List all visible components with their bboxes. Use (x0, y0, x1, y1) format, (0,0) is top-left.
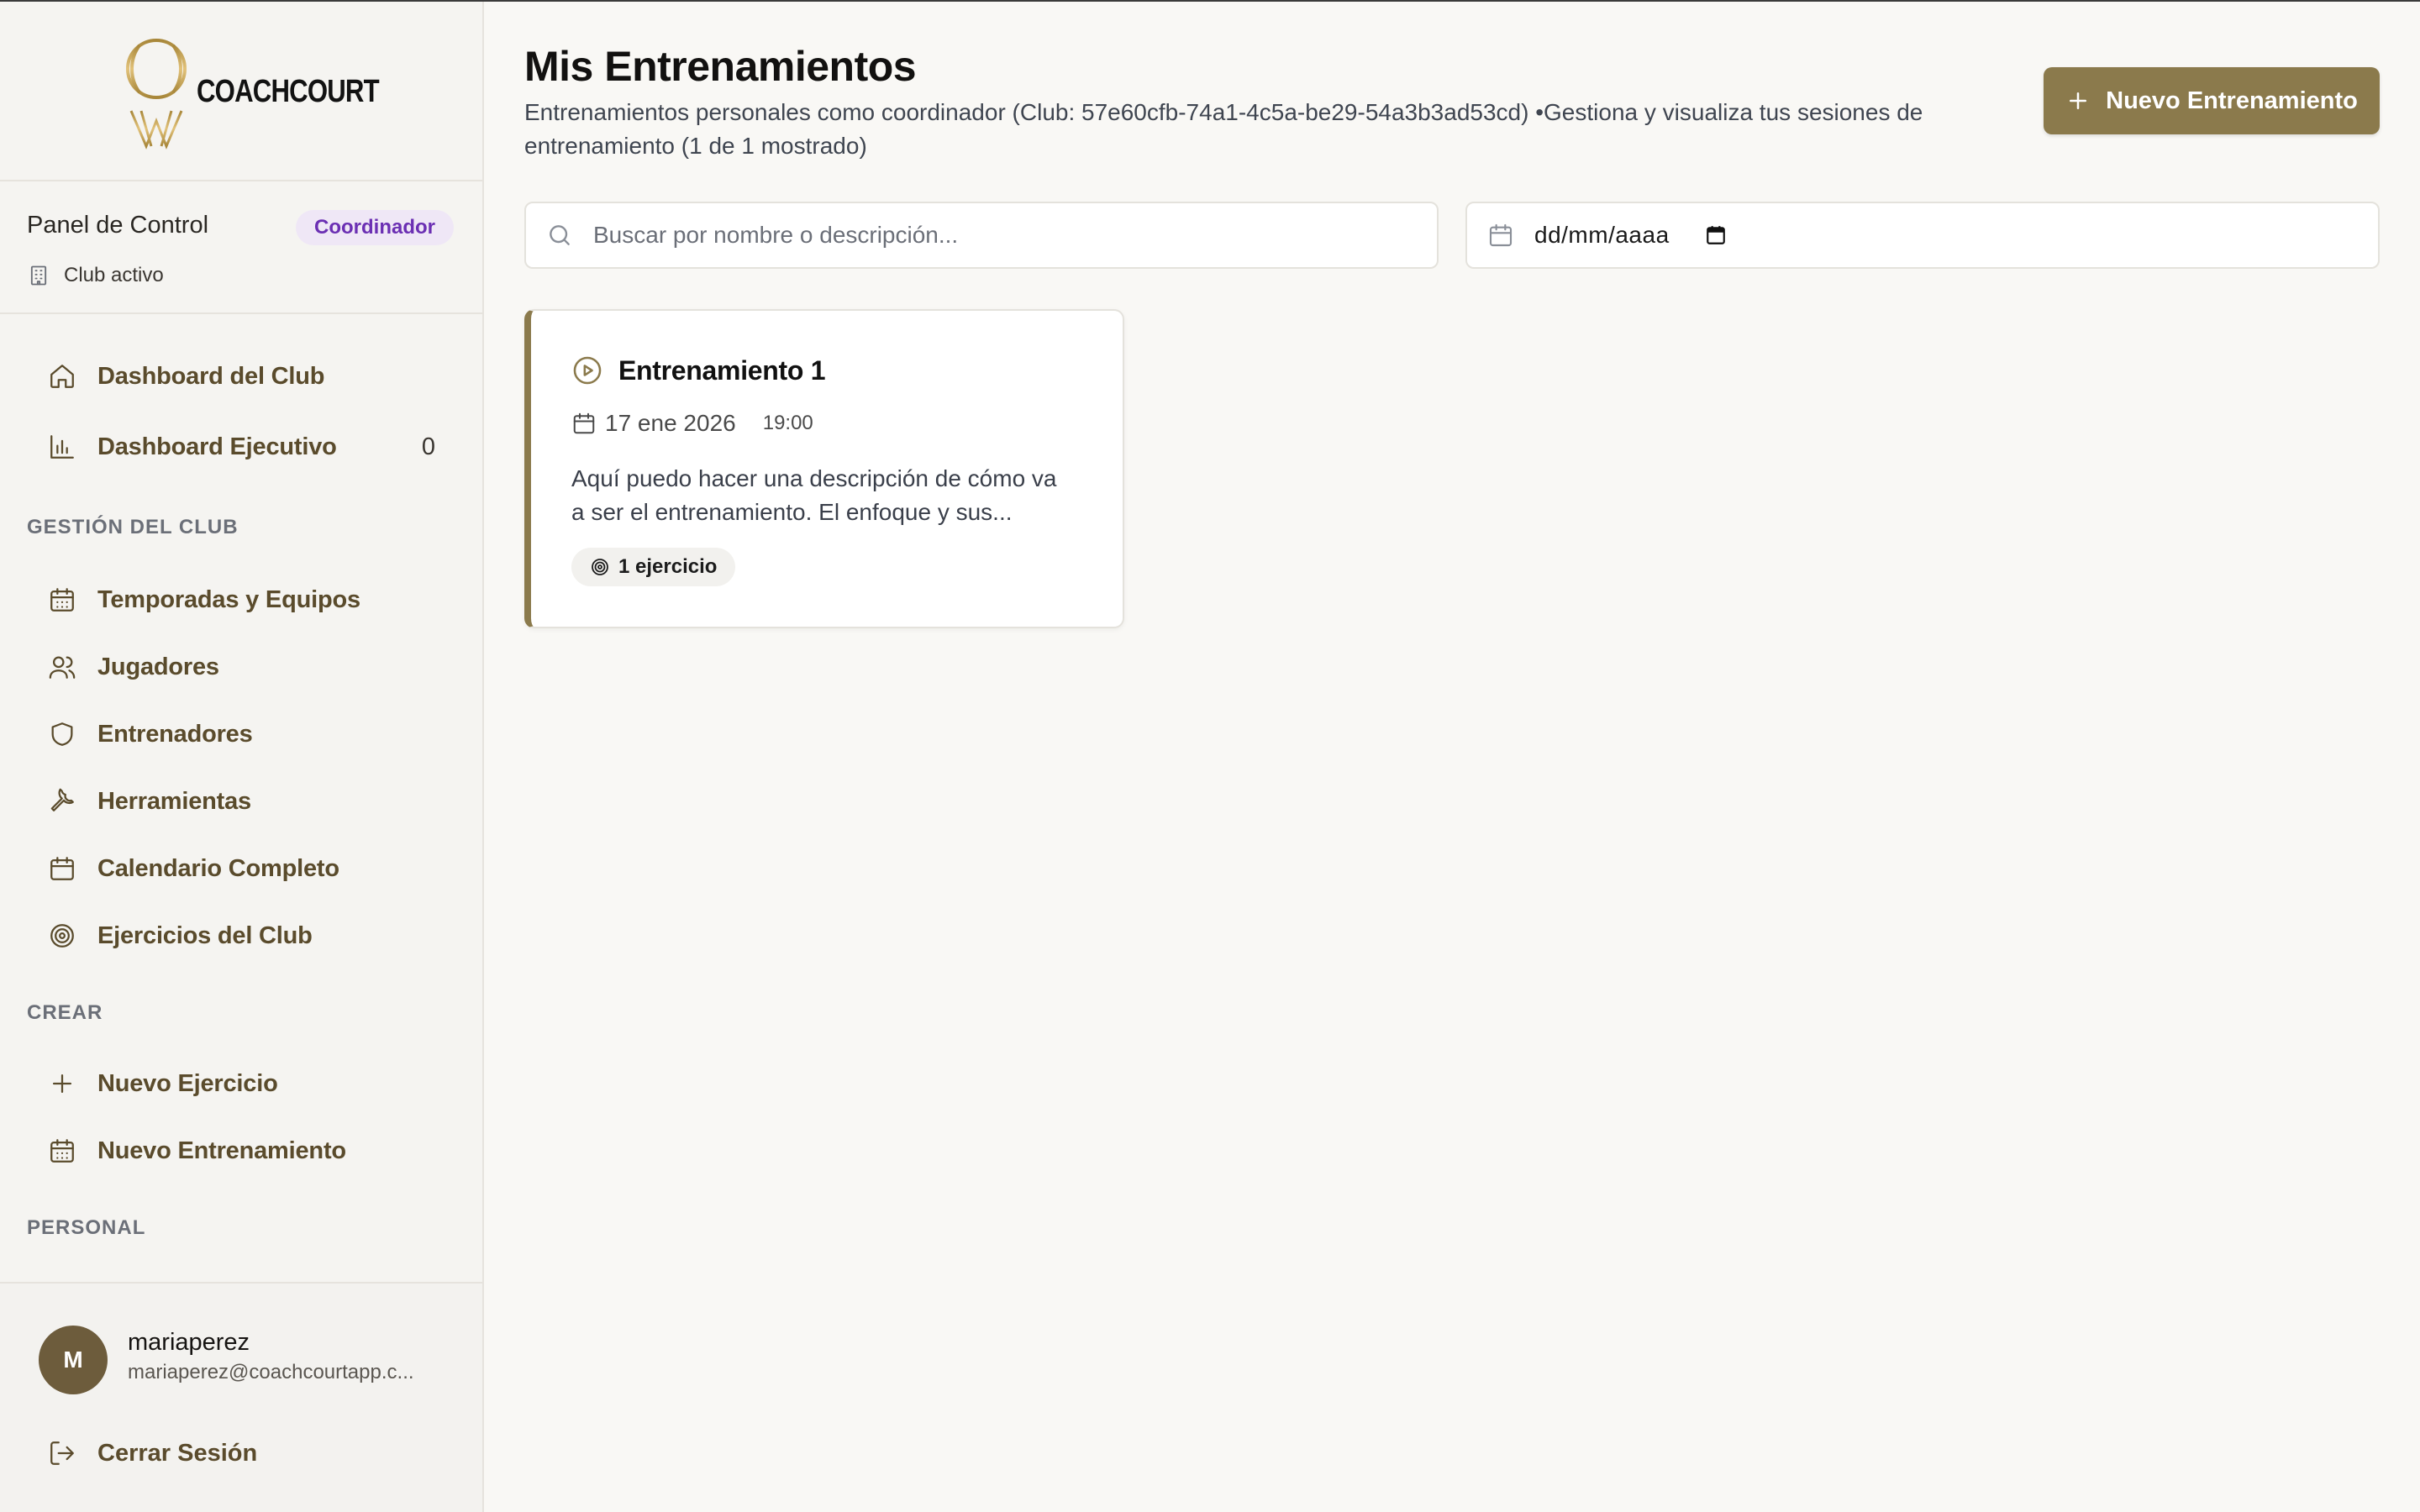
sidebar-item-label: Calendario Completo (97, 854, 339, 882)
logout-label: Cerrar Sesión (97, 1439, 258, 1467)
sidebar-item-label: Ejercicios del Club (97, 921, 313, 949)
top-border (0, 0, 2420, 2)
page-subtitle: Entrenamientos personales como coordinad… (524, 99, 1923, 159)
section-label-gestion: GESTIÓN DEL CLUB (27, 516, 239, 538)
brand-name: COACHCOURT (197, 74, 380, 109)
sidebar-item-nuevo-entrenamiento[interactable]: Nuevo Entrenamiento (27, 1124, 455, 1178)
sidebar-item-label: Dashboard Ejecutivo (97, 433, 337, 460)
users-icon (27, 653, 97, 681)
date-filter[interactable]: dd/mm/aaaa (1465, 202, 2380, 269)
new-training-label: Nuevo Entrenamiento (2106, 87, 2358, 114)
home-icon (27, 362, 97, 391)
sidebar-item-personal-partial[interactable] (27, 1267, 455, 1282)
user-email: mariaperez@coachcourtapp.c... (128, 1361, 414, 1383)
training-time: 19:00 (762, 412, 813, 434)
building-icon (27, 264, 50, 287)
notification-count: 0 (421, 433, 435, 460)
date-picker-icon[interactable] (1705, 224, 1727, 246)
sidebar-item-calendario[interactable]: Calendario Completo (27, 842, 455, 895)
calendar-icon (1467, 222, 1534, 249)
sidebar-item-temporadas[interactable]: Temporadas y Equipos (27, 573, 455, 627)
sidebar-item-label: Nuevo Ejercicio (97, 1069, 278, 1097)
sidebar-item-dashboard-ejecutivo[interactable]: Dashboard Ejecutivo 0 (27, 420, 455, 474)
club-status-label: Club activo (64, 264, 164, 286)
sidebar-item-jugadores[interactable]: Jugadores (27, 640, 455, 694)
bar-chart-icon (27, 433, 97, 461)
calendar-icon (571, 411, 605, 436)
sidebar-item-ejercicios[interactable]: Ejercicios del Club (27, 909, 455, 963)
target-icon (27, 921, 97, 950)
plus-icon (2065, 88, 2091, 113)
avatar[interactable]: M (39, 1326, 108, 1394)
training-description: Aquí puedo hacer una descripción de cómo… (571, 465, 1057, 525)
play-circle-icon (571, 354, 603, 386)
date-input-placeholder: dd/mm/aaaa (1534, 222, 1670, 248)
training-card[interactable]: Entrenamiento 1 17 ene 2026 19:00 Aquí p… (524, 309, 1124, 628)
sidebar-item-label: Jugadores (97, 653, 219, 680)
user-panel: M mariaperez mariaperez@coachcourtapp.c.… (0, 1282, 482, 1512)
club-status: Club activo (27, 260, 164, 291)
training-card-header: Entrenamiento 1 (571, 354, 826, 386)
panel-title: Panel de Control (27, 212, 209, 239)
logout-button[interactable]: Cerrar Sesión (27, 1426, 455, 1480)
panel-header: Panel de Control Coordinador Club activo (0, 183, 482, 314)
training-date: 17 ene 2026 (605, 410, 736, 436)
user-name: mariaperez (128, 1329, 250, 1356)
sidebar-item-label: Herramientas (97, 787, 251, 815)
page-title: Mis Entrenamientos (524, 43, 917, 90)
sidebar-nav: Dashboard del Club Dashboard Ejecutivo 0… (0, 316, 482, 1282)
sidebar: COACHCOURT Panel de Control Coordinador … (0, 0, 484, 1512)
sidebar-item-dashboard-club[interactable]: Dashboard del Club (27, 349, 455, 403)
sidebar-item-label: Temporadas y Equipos (97, 585, 360, 613)
logout-icon (27, 1439, 97, 1467)
training-title: Entrenamiento 1 (618, 354, 826, 386)
exercise-count-label: 1 ejercicio (618, 555, 718, 578)
search-field (524, 202, 1439, 269)
coachcourt-logo-icon (126, 39, 187, 150)
sidebar-item-label: Nuevo Entrenamiento (97, 1137, 346, 1164)
main-content: Mis Entrenamientos Entrenamientos person… (486, 0, 2420, 1512)
logo-area: COACHCOURT (0, 0, 482, 181)
search-input[interactable] (593, 222, 1400, 249)
section-label-crear: CREAR (27, 1001, 103, 1024)
exercise-count-badge: 1 ejercicio (571, 548, 736, 586)
sidebar-item-nuevo-ejercicio[interactable]: Nuevo Ejercicio (27, 1057, 455, 1110)
target-icon (590, 557, 610, 577)
shield-icon (27, 720, 97, 748)
sidebar-item-entrenadores[interactable]: Entrenadores (27, 707, 455, 761)
wrench-icon (27, 787, 97, 816)
sidebar-item-label: Entrenadores (97, 720, 253, 748)
section-label-personal: PERSONAL (27, 1216, 146, 1239)
role-badge: Coordinador (296, 210, 454, 245)
training-meta: 17 ene 2026 19:00 (571, 410, 813, 437)
new-training-button[interactable]: Nuevo Entrenamiento (2044, 67, 2380, 134)
plus-icon (27, 1069, 97, 1098)
calendar-grid-icon (27, 1137, 97, 1165)
sidebar-item-herramientas[interactable]: Herramientas (27, 774, 455, 828)
sidebar-item-label: Dashboard del Club (97, 362, 325, 390)
calendar-grid-icon (27, 585, 97, 614)
search-icon (526, 222, 593, 249)
calendar-icon (27, 854, 97, 883)
